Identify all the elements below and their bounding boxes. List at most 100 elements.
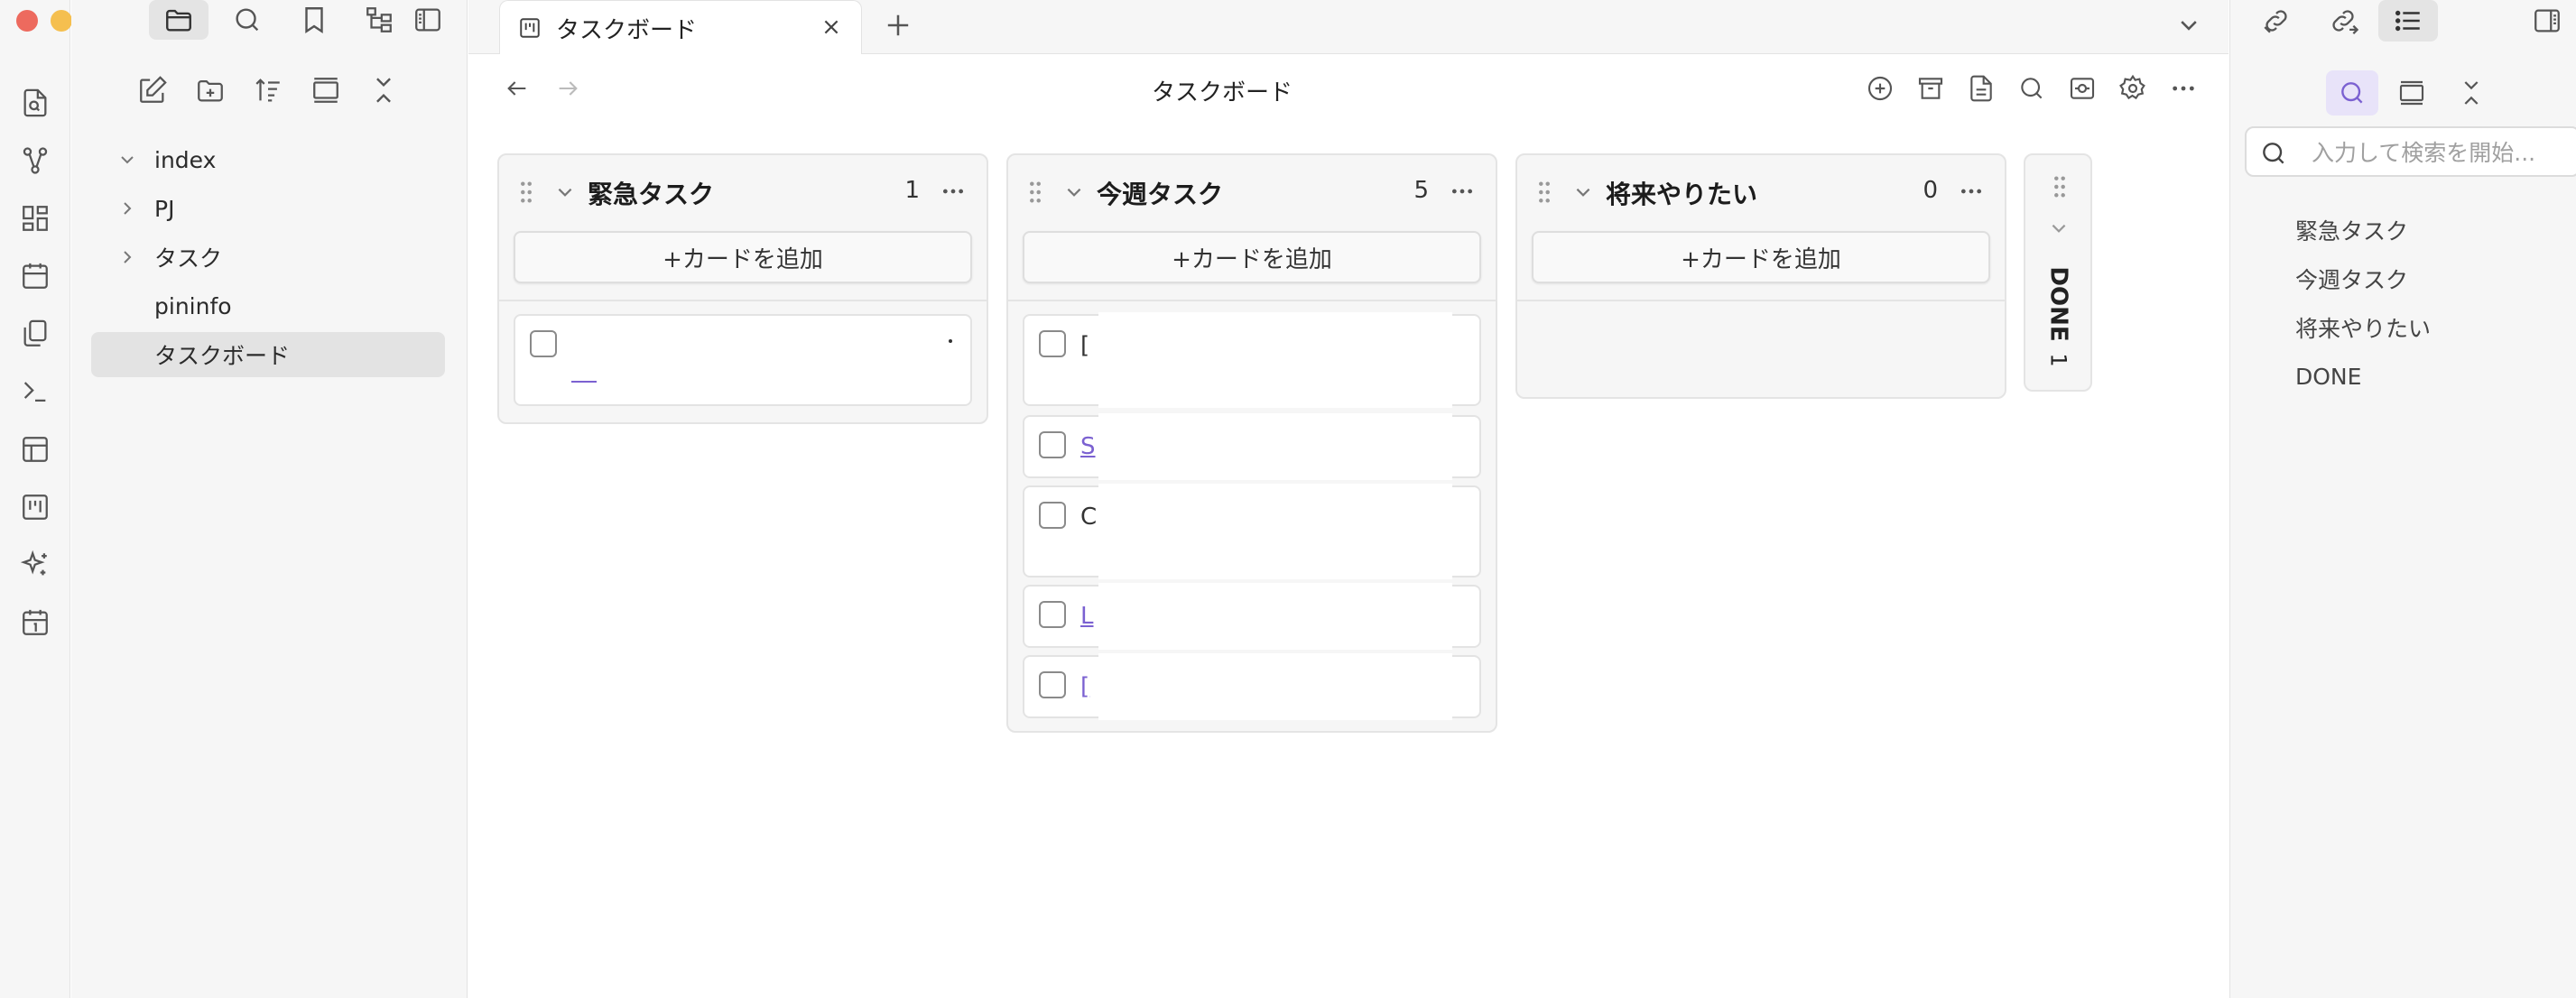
close-window-button[interactable]: [16, 10, 38, 32]
markdown-view-icon[interactable]: [1963, 70, 1999, 106]
outline-search-input[interactable]: [2312, 137, 2573, 168]
card-checkbox[interactable]: [1039, 671, 1066, 698]
new-note-icon[interactable]: [134, 72, 171, 108]
minimize-window-button[interactable]: [51, 10, 72, 32]
card[interactable]: [: [1023, 653, 1481, 720]
card-checkbox[interactable]: [1039, 431, 1066, 458]
folder-icon[interactable]: [149, 0, 208, 40]
add-card-button[interactable]: +カードを追加: [514, 231, 972, 283]
lane-done-collapsed[interactable]: DONE 1: [2024, 153, 2092, 392]
new-folder-icon[interactable]: [192, 72, 228, 108]
lane-count: 1: [904, 177, 920, 204]
command-palette-icon[interactable]: [0, 363, 70, 420]
lane-header: 今週タスク 5: [1008, 155, 1496, 224]
drag-handle-icon[interactable]: [1028, 180, 1042, 204]
chevron-down-icon: [121, 156, 134, 164]
card[interactable]: S: [1023, 413, 1481, 480]
collapse-all-icon[interactable]: [366, 72, 402, 108]
more-options-icon[interactable]: [2165, 70, 2201, 106]
sidebar-toggle-icon[interactable]: [398, 0, 458, 40]
sidebar-tab-header: [71, 0, 468, 40]
drag-handle-icon[interactable]: [519, 180, 533, 204]
tab-list-chevron-down-icon[interactable]: [2171, 7, 2207, 43]
card[interactable]: [: [1023, 312, 1481, 408]
card-link[interactable]: [: [1080, 673, 1089, 700]
explorer-actions: [134, 72, 402, 108]
board-search-icon[interactable]: [2014, 70, 2050, 106]
view-mode-icon[interactable]: [2064, 70, 2100, 106]
card-checkbox[interactable]: [530, 330, 557, 357]
add-list-icon[interactable]: [1862, 70, 1898, 106]
outline-item[interactable]: DONE: [2295, 352, 2431, 401]
tree-item-label: pininfo: [154, 292, 232, 319]
outline-search-icon[interactable]: [2326, 70, 2378, 116]
add-card-button[interactable]: +カードを追加: [1532, 231, 1990, 283]
lane-title: 将来やりたい: [1606, 180, 1758, 209]
archive-icon[interactable]: [1913, 70, 1949, 106]
tab-taskboard[interactable]: タスクボード: [499, 0, 862, 55]
tree-file-taskboard[interactable]: タスクボード: [91, 332, 445, 377]
card[interactable]: L: [1023, 583, 1481, 650]
drag-handle-icon[interactable]: [1537, 180, 1552, 204]
drag-handle-icon[interactable]: [2052, 175, 2067, 199]
card-checkbox[interactable]: [1039, 601, 1066, 628]
outline-item[interactable]: 将来やりたい: [2295, 303, 2431, 352]
close-tab-icon[interactable]: [818, 14, 845, 41]
outline-item[interactable]: 緊急タスク: [2295, 206, 2431, 254]
card-checkbox[interactable]: [1039, 502, 1066, 529]
tree-folder-task[interactable]: タスク: [91, 235, 445, 280]
sparkles-icon[interactable]: [0, 536, 70, 594]
add-card-button[interactable]: +カードを追加: [1023, 231, 1481, 283]
chevron-down-icon[interactable]: [1064, 182, 1084, 202]
lane-more-icon[interactable]: [1958, 180, 1985, 202]
view-title: タスクボード: [1151, 79, 1293, 106]
tree-folder-index[interactable]: index: [91, 137, 445, 182]
lane-count: 1: [2046, 353, 2071, 367]
outline-collapse-icon[interactable]: [2445, 70, 2497, 116]
chevron-right-icon: [124, 251, 132, 263]
search-icon[interactable]: [218, 0, 277, 40]
right-sidebar-toggle-icon[interactable]: [2517, 0, 2576, 42]
calendar-day-icon[interactable]: [0, 594, 70, 651]
left-ribbon: [0, 0, 107, 998]
lane-more-icon[interactable]: [1449, 180, 1476, 202]
lane-title: 今週タスク: [1097, 180, 1224, 209]
auto-reveal-icon[interactable]: [308, 72, 344, 108]
chevron-down-icon[interactable]: [2049, 218, 2069, 238]
backlinks-icon[interactable]: [2247, 0, 2306, 42]
layout-icon[interactable]: [0, 420, 70, 478]
lane-count: 0: [1923, 177, 1938, 204]
card-link-fragment[interactable]: [571, 381, 597, 383]
outline-auto-reveal-icon[interactable]: [2386, 70, 2438, 116]
settings-gear-icon[interactable]: [2115, 70, 2151, 106]
card-redaction: [1098, 484, 1452, 579]
card-indicator: [949, 339, 952, 343]
chevron-down-icon[interactable]: [1573, 182, 1593, 202]
card-link[interactable]: S: [1080, 433, 1096, 460]
daily-note-calendar-icon[interactable]: [0, 247, 70, 305]
outline-item[interactable]: 今週タスク: [2295, 254, 2431, 303]
bookmark-icon[interactable]: [284, 0, 344, 40]
kanban-board-icon[interactable]: [0, 478, 70, 536]
tree-folder-pj[interactable]: PJ: [91, 186, 445, 231]
quick-switcher-icon[interactable]: [0, 74, 70, 132]
lane-more-icon[interactable]: [940, 180, 967, 202]
card-checkbox[interactable]: [1039, 330, 1066, 357]
tree-file-pininfo[interactable]: pininfo: [91, 283, 445, 328]
card-text: [: [1080, 332, 1090, 359]
sort-icon[interactable]: [250, 72, 286, 108]
outgoing-links-icon[interactable]: [2313, 0, 2373, 42]
card-redaction: [1098, 413, 1452, 480]
outline-list-icon[interactable]: [2378, 0, 2438, 42]
card-link[interactable]: L: [1080, 603, 1094, 630]
view-header: タスクボード: [468, 54, 2229, 123]
new-tab-icon[interactable]: [880, 7, 916, 43]
card[interactable]: [514, 314, 972, 406]
right-sidebar: 緊急タスク 今週タスク 将来やりたい DONE: [2229, 0, 2576, 998]
graph-view-icon[interactable]: [0, 132, 70, 189]
card-text: C: [1080, 504, 1098, 531]
chevron-down-icon[interactable]: [555, 182, 575, 202]
templates-icon[interactable]: [0, 305, 70, 363]
canvas-icon[interactable]: [0, 189, 70, 247]
card[interactable]: C: [1023, 484, 1481, 579]
